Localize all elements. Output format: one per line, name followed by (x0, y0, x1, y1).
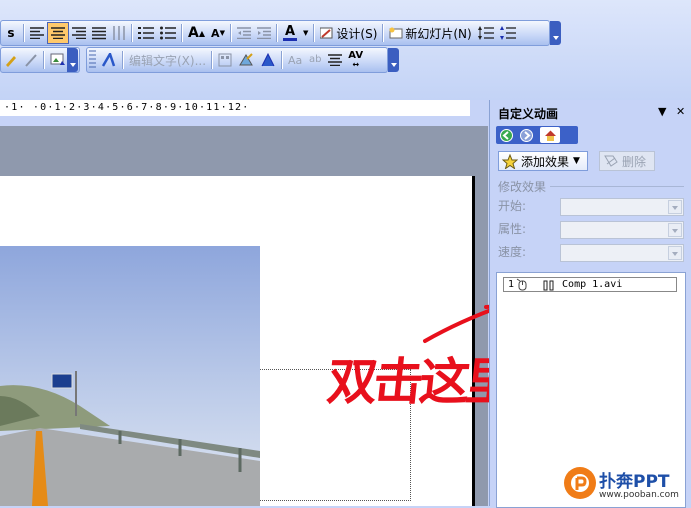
pooban-logo-icon (564, 467, 596, 499)
mouse-click-icon (516, 278, 527, 291)
font-color-letter: A (284, 24, 296, 39)
property-label: 属性: (498, 222, 527, 236)
road-video-frame[interactable] (0, 246, 260, 506)
same-letter-heights-icon[interactable]: Aa (285, 49, 305, 71)
chevron-down-icon (668, 200, 682, 214)
chevron-down-icon (668, 246, 682, 260)
watermark-url: www.pooban.com (599, 490, 679, 500)
numbered-list-icon[interactable] (135, 22, 157, 44)
pen-icon[interactable] (21, 49, 41, 71)
custom-animation-pane: 自定义动画 ▼ ✕ 添加效果 ▼ 删除 修改效果 开始: 属性: 速度: 1 C… (489, 100, 691, 508)
increase-indent-icon[interactable] (254, 22, 274, 44)
edit-text-label: 编辑文字(X)... (129, 53, 207, 68)
character-spacing-icon[interactable]: AV ↔ (345, 49, 366, 71)
start-label: 开始: (498, 199, 527, 213)
justify-icon[interactable] (89, 22, 109, 44)
home-icon[interactable] (540, 127, 560, 143)
increase-font-size-icon[interactable]: A ▲ (185, 22, 208, 44)
new-slide-label: 新幻灯片(N) (405, 26, 472, 41)
modify-effect-heading: 修改效果 (498, 180, 547, 194)
start-select[interactable] (560, 198, 684, 216)
annotation-text: 双击这里 (324, 353, 515, 411)
chevron-down-icon: ▼ (573, 156, 580, 166)
separator (281, 51, 284, 69)
separator (181, 24, 183, 42)
effect-name: Comp 1.avi (562, 279, 623, 290)
align-right-icon[interactable] (69, 22, 89, 44)
line-spacing-icon[interactable] (475, 22, 497, 44)
font-color-icon[interactable]: A (280, 22, 300, 44)
separator (276, 24, 278, 42)
remove-button[interactable]: 删除 (599, 151, 655, 171)
edit-text-button[interactable]: 编辑文字(X)... (126, 49, 209, 71)
pane-close-button[interactable]: ✕ (676, 105, 685, 118)
separator (131, 24, 133, 42)
add-effect-label: 添加效果 (521, 154, 570, 169)
slide[interactable] (0, 176, 475, 506)
speed-label: 速度: (498, 245, 527, 259)
add-effect-button[interactable]: 添加效果 ▼ (498, 151, 588, 171)
bold-button[interactable]: s (1, 22, 21, 44)
effect-index: 1 (508, 279, 515, 290)
design-label: 设计(S) (336, 26, 378, 41)
toolbar-grip[interactable] (89, 50, 96, 70)
chevron-down-icon (668, 223, 682, 237)
pane-menu-dropdown[interactable]: ▼ (658, 105, 666, 118)
separator (313, 24, 316, 42)
decrease-font-size-icon[interactable]: A ▼ (208, 22, 228, 44)
remove-label: 删除 (622, 154, 647, 169)
pane-title: 自定义动画 (498, 107, 559, 121)
insert-picture-icon[interactable] (47, 49, 69, 71)
font-color-dropdown-icon[interactable]: ▼ (300, 22, 311, 44)
ruler-gap (0, 116, 488, 126)
wordart-gallery-icon[interactable] (215, 49, 235, 71)
watermark-brand-cn: 扑奔 (599, 472, 633, 492)
separator (43, 51, 45, 69)
slide-canvas[interactable]: 双击这里 (0, 126, 515, 506)
separator (122, 51, 124, 69)
align-left-icon[interactable] (27, 22, 47, 44)
align-center-icon[interactable] (47, 22, 69, 44)
watermark-brand: 扑奔PPT (599, 467, 670, 492)
watermark-brand-latin: PPT (633, 472, 670, 492)
media-play-icon (543, 280, 554, 290)
toolbar-options-chevron[interactable] (550, 21, 561, 45)
property-select[interactable] (560, 221, 684, 239)
line-color-icon[interactable] (1, 49, 21, 71)
remove-effect-icon (604, 155, 618, 167)
wordart-alignment-icon[interactable] (325, 49, 345, 71)
paragraph-spacing-icon[interactable] (497, 22, 519, 44)
insert-wordart-icon[interactable] (98, 49, 120, 71)
drawing-toolbar-chevron[interactable] (67, 48, 78, 72)
formatting-toolbar: s A ▲ A ▼ A ▼ 设计(S) 新幻灯片(N) (0, 20, 550, 46)
forward-icon[interactable] (516, 127, 536, 143)
ruler-scale: ·1· ·0·1·2·3·4·5·6·7·8·9·10·11·12· (4, 102, 250, 113)
wordart-toolbar: 编辑文字(X)... Aa ab AV ↔ (86, 47, 388, 73)
separator (211, 51, 214, 69)
bulleted-list-icon[interactable] (157, 22, 179, 44)
decrease-font-label: A (211, 26, 220, 40)
wordart-toolbar-chevron[interactable] (388, 48, 399, 72)
vertical-text-icon[interactable]: ab (305, 49, 325, 71)
format-wordart-icon[interactable] (235, 49, 257, 71)
section-divider (550, 186, 684, 187)
separator (230, 24, 232, 42)
back-icon[interactable] (496, 127, 516, 143)
design-button[interactable]: 设计(S) (317, 22, 380, 44)
star-icon (502, 153, 518, 169)
pane-navigation-bar (496, 126, 578, 144)
horizontal-ruler: ·1· ·0·1·2·3·4·5·6·7·8·9·10·11·12· (0, 100, 470, 116)
new-slide-button[interactable]: 新幻灯片(N) (386, 22, 474, 44)
decrease-indent-icon[interactable] (234, 22, 254, 44)
wordart-shape-icon[interactable] (257, 49, 279, 71)
increase-font-label: A (188, 25, 199, 41)
distribute-columns-icon[interactable] (109, 22, 129, 44)
design-icon (320, 27, 333, 39)
pooban-watermark: 扑奔PPT www.pooban.com (561, 464, 691, 506)
separator (23, 24, 25, 42)
speed-select[interactable] (560, 244, 684, 262)
new-slide-icon (389, 27, 403, 39)
effect-list-item[interactable]: 1 Comp 1.avi (503, 277, 677, 292)
separator (382, 24, 385, 42)
